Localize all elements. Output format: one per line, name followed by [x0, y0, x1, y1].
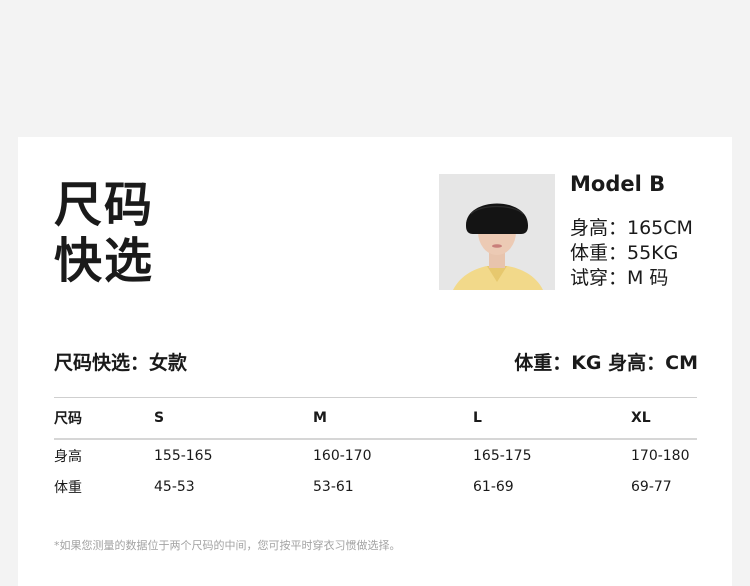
table-cell: 69-77	[631, 478, 672, 495]
table-header-cell: S	[154, 397, 313, 440]
table-row: 体重 45-53 53-61 61-69 69-77	[54, 471, 697, 502]
size-footnote: *如果您测量的数据位于两个尺码的中间，您可按平时穿衣习惯做选择。	[54, 539, 401, 552]
table-header-cell: 尺码	[54, 397, 154, 440]
size-table: 尺码 S M L XL 身高 155-165 160-170 165-175 1…	[54, 397, 697, 502]
table-cell: 165-175	[473, 447, 532, 464]
model-info: Model B 身高：165CM 体重：55KG 试穿：M 码	[570, 170, 730, 291]
title-line-2: 快选	[54, 233, 155, 289]
model-height: 身高：165CM	[570, 217, 693, 239]
model-trial-size: 试穿：M 码	[570, 267, 669, 289]
model-photo	[439, 174, 555, 290]
title-line-1: 尺码	[54, 177, 155, 233]
size-guide-card: 尺码 快选 Model B 身高：165CM 体重：55KG 试穿：M 码 尺码…	[18, 137, 732, 586]
table-header-cell: L	[473, 397, 631, 440]
table-cell: 45-53	[154, 478, 195, 495]
table-header-cell: M	[313, 397, 473, 440]
model-name: Model B	[570, 172, 666, 196]
table-cell: 身高	[54, 448, 82, 465]
model-portrait-icon	[439, 174, 555, 290]
table-cell: 体重	[54, 479, 82, 496]
quick-select-label: 尺码快选：女款	[54, 352, 188, 374]
table-row: 身高 155-165 160-170 165-175 170-180	[54, 439, 697, 471]
table-cell: 61-69	[473, 478, 514, 495]
table-cell: 160-170	[313, 447, 372, 464]
table-cell: 170-180	[631, 447, 690, 464]
model-weight: 体重：55KG	[570, 242, 679, 264]
table-cell: 155-165	[154, 447, 213, 464]
table-header-cell: XL	[631, 397, 697, 440]
table-header-row: 尺码 S M L XL	[54, 397, 697, 440]
page-title: 尺码 快选	[54, 177, 154, 289]
units-label: 体重：KG 身高：CM	[514, 352, 698, 374]
table-cell: 53-61	[313, 478, 354, 495]
